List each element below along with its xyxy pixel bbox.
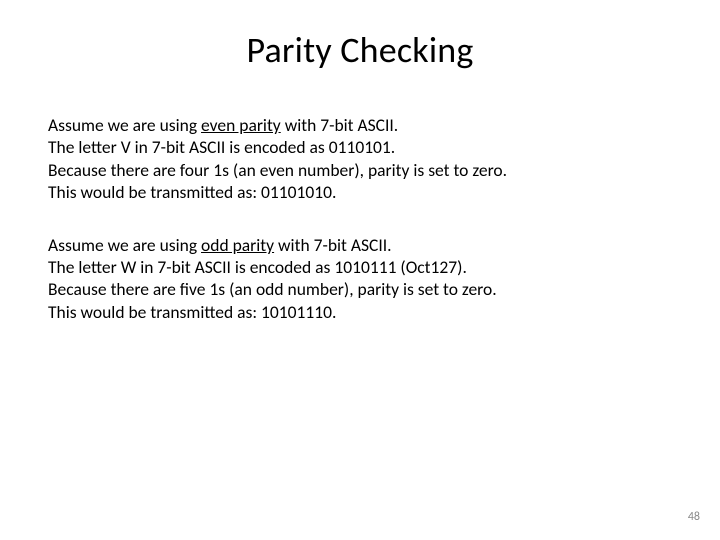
- text: with 7-bit ASCII.: [281, 114, 398, 136]
- page-number: 48: [688, 510, 700, 524]
- text: Assume we are using: [48, 234, 201, 256]
- line: This would be transmitted as: 01101010.: [48, 181, 672, 203]
- line: The letter W in 7-bit ASCII is encoded a…: [48, 256, 672, 278]
- underlined-text: odd parity: [201, 234, 274, 256]
- line: The letter V in 7-bit ASCII is encoded a…: [48, 136, 672, 158]
- line: Assume we are using even parity with 7-b…: [48, 114, 672, 136]
- line: This would be transmitted as: 10101110.: [48, 301, 672, 323]
- slide: Parity Checking Assume we are using even…: [0, 0, 720, 540]
- line: Because there are four 1s (an even numbe…: [48, 159, 672, 181]
- text: Assume we are using: [48, 114, 201, 136]
- text: with 7-bit ASCII.: [274, 234, 391, 256]
- underlined-text: even parity: [201, 114, 281, 136]
- slide-title: Parity Checking: [48, 28, 672, 72]
- line: Because there are five 1s (an odd number…: [48, 278, 672, 300]
- paragraph-odd-parity: Assume we are using odd parity with 7-bi…: [48, 234, 672, 324]
- paragraph-even-parity: Assume we are using even parity with 7-b…: [48, 114, 672, 204]
- line: Assume we are using odd parity with 7-bi…: [48, 234, 672, 256]
